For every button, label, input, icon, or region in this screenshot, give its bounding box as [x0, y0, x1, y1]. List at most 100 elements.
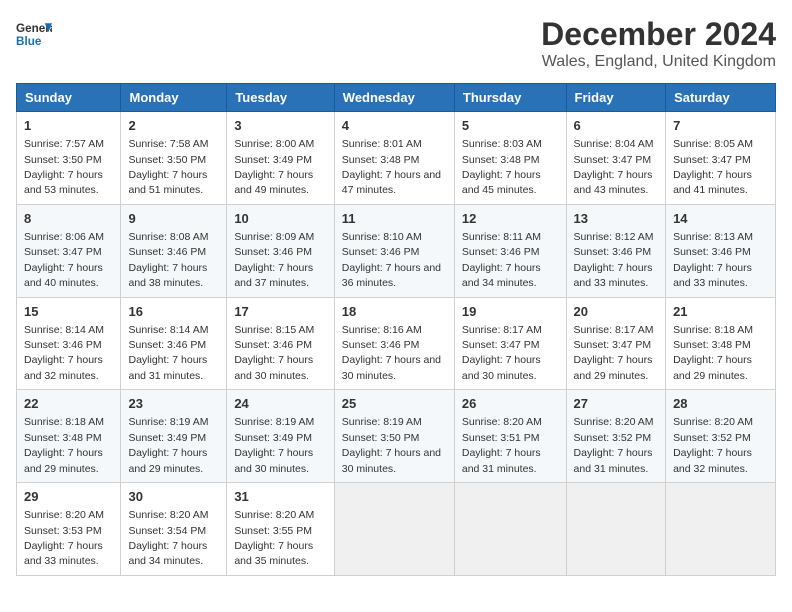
day-number: 13: [574, 210, 659, 228]
calendar-cell: 21 Sunrise: 8:18 AMSunset: 3:48 PMDaylig…: [666, 297, 776, 390]
calendar-cell: [334, 483, 454, 576]
calendar-cell: 31 Sunrise: 8:20 AMSunset: 3:55 PMDaylig…: [227, 483, 334, 576]
calendar-cell: 4 Sunrise: 8:01 AMSunset: 3:48 PMDayligh…: [334, 112, 454, 205]
day-number: 31: [234, 488, 326, 506]
calendar-cell: 28 Sunrise: 8:20 AMSunset: 3:52 PMDaylig…: [666, 390, 776, 483]
calendar-cell: 1 Sunrise: 7:57 AMSunset: 3:50 PMDayligh…: [17, 112, 121, 205]
cell-content: Sunrise: 8:20 AMSunset: 3:55 PMDaylight:…: [234, 509, 314, 567]
page-header: General Blue December 2024 Wales, Englan…: [16, 16, 776, 71]
cell-content: Sunrise: 8:00 AMSunset: 3:49 PMDaylight:…: [234, 138, 314, 196]
calendar-cell: 20 Sunrise: 8:17 AMSunset: 3:47 PMDaylig…: [566, 297, 666, 390]
day-number: 25: [342, 395, 447, 413]
calendar-cell: 11 Sunrise: 8:10 AMSunset: 3:46 PMDaylig…: [334, 204, 454, 297]
calendar-cell: 17 Sunrise: 8:15 AMSunset: 3:46 PMDaylig…: [227, 297, 334, 390]
day-number: 14: [673, 210, 768, 228]
cell-content: Sunrise: 8:17 AMSunset: 3:47 PMDaylight:…: [462, 324, 542, 382]
calendar-cell: 15 Sunrise: 8:14 AMSunset: 3:46 PMDaylig…: [17, 297, 121, 390]
day-number: 24: [234, 395, 326, 413]
header-monday: Monday: [121, 84, 227, 112]
day-number: 22: [24, 395, 113, 413]
header-sunday: Sunday: [17, 84, 121, 112]
logo: General Blue: [16, 16, 52, 52]
cell-content: Sunrise: 8:11 AMSunset: 3:46 PMDaylight:…: [462, 231, 541, 289]
calendar-cell: 26 Sunrise: 8:20 AMSunset: 3:51 PMDaylig…: [454, 390, 566, 483]
day-number: 18: [342, 303, 447, 321]
calendar-cell: 25 Sunrise: 8:19 AMSunset: 3:50 PMDaylig…: [334, 390, 454, 483]
header-thursday: Thursday: [454, 84, 566, 112]
calendar-cell: 23 Sunrise: 8:19 AMSunset: 3:49 PMDaylig…: [121, 390, 227, 483]
cell-content: Sunrise: 8:09 AMSunset: 3:46 PMDaylight:…: [234, 231, 314, 289]
day-number: 17: [234, 303, 326, 321]
day-number: 27: [574, 395, 659, 413]
calendar-cell: 22 Sunrise: 8:18 AMSunset: 3:48 PMDaylig…: [17, 390, 121, 483]
cell-content: Sunrise: 8:16 AMSunset: 3:46 PMDaylight:…: [342, 324, 441, 382]
day-number: 4: [342, 117, 447, 135]
day-number: 10: [234, 210, 326, 228]
day-number: 29: [24, 488, 113, 506]
cell-content: Sunrise: 8:20 AMSunset: 3:54 PMDaylight:…: [128, 509, 208, 567]
calendar-cell: 13 Sunrise: 8:12 AMSunset: 3:46 PMDaylig…: [566, 204, 666, 297]
week-row-4: 22 Sunrise: 8:18 AMSunset: 3:48 PMDaylig…: [17, 390, 776, 483]
day-number: 26: [462, 395, 559, 413]
calendar-cell: [566, 483, 666, 576]
day-number: 1: [24, 117, 113, 135]
calendar-cell: 19 Sunrise: 8:17 AMSunset: 3:47 PMDaylig…: [454, 297, 566, 390]
title-block: December 2024 Wales, England, United Kin…: [541, 16, 776, 71]
calendar-cell: [666, 483, 776, 576]
week-row-5: 29 Sunrise: 8:20 AMSunset: 3:53 PMDaylig…: [17, 483, 776, 576]
day-number: 28: [673, 395, 768, 413]
cell-content: Sunrise: 8:10 AMSunset: 3:46 PMDaylight:…: [342, 231, 441, 289]
cell-content: Sunrise: 8:12 AMSunset: 3:46 PMDaylight:…: [574, 231, 654, 289]
cell-content: Sunrise: 8:20 AMSunset: 3:52 PMDaylight:…: [673, 416, 753, 474]
cell-content: Sunrise: 8:14 AMSunset: 3:46 PMDaylight:…: [128, 324, 208, 382]
calendar-table: SundayMondayTuesdayWednesdayThursdayFrid…: [16, 83, 776, 576]
cell-content: Sunrise: 8:17 AMSunset: 3:47 PMDaylight:…: [574, 324, 654, 382]
main-title: December 2024: [541, 16, 776, 53]
calendar-cell: 5 Sunrise: 8:03 AMSunset: 3:48 PMDayligh…: [454, 112, 566, 205]
day-number: 30: [128, 488, 219, 506]
cell-content: Sunrise: 8:15 AMSunset: 3:46 PMDaylight:…: [234, 324, 314, 382]
day-number: 16: [128, 303, 219, 321]
header-friday: Friday: [566, 84, 666, 112]
cell-content: Sunrise: 7:57 AMSunset: 3:50 PMDaylight:…: [24, 138, 104, 196]
day-number: 23: [128, 395, 219, 413]
day-number: 9: [128, 210, 219, 228]
calendar-cell: 30 Sunrise: 8:20 AMSunset: 3:54 PMDaylig…: [121, 483, 227, 576]
days-header-row: SundayMondayTuesdayWednesdayThursdayFrid…: [17, 84, 776, 112]
cell-content: Sunrise: 8:14 AMSunset: 3:46 PMDaylight:…: [24, 324, 104, 382]
day-number: 12: [462, 210, 559, 228]
calendar-cell: 24 Sunrise: 8:19 AMSunset: 3:49 PMDaylig…: [227, 390, 334, 483]
day-number: 20: [574, 303, 659, 321]
day-number: 6: [574, 117, 659, 135]
day-number: 2: [128, 117, 219, 135]
cell-content: Sunrise: 8:06 AMSunset: 3:47 PMDaylight:…: [24, 231, 104, 289]
calendar-cell: 9 Sunrise: 8:08 AMSunset: 3:46 PMDayligh…: [121, 204, 227, 297]
svg-text:Blue: Blue: [16, 35, 42, 48]
header-tuesday: Tuesday: [227, 84, 334, 112]
subtitle: Wales, England, United Kingdom: [541, 53, 776, 71]
day-number: 19: [462, 303, 559, 321]
cell-content: Sunrise: 8:20 AMSunset: 3:51 PMDaylight:…: [462, 416, 542, 474]
week-row-1: 1 Sunrise: 7:57 AMSunset: 3:50 PMDayligh…: [17, 112, 776, 205]
calendar-cell: 2 Sunrise: 7:58 AMSunset: 3:50 PMDayligh…: [121, 112, 227, 205]
cell-content: Sunrise: 8:18 AMSunset: 3:48 PMDaylight:…: [673, 324, 753, 382]
week-row-3: 15 Sunrise: 8:14 AMSunset: 3:46 PMDaylig…: [17, 297, 776, 390]
calendar-cell: [454, 483, 566, 576]
calendar-cell: 6 Sunrise: 8:04 AMSunset: 3:47 PMDayligh…: [566, 112, 666, 205]
cell-content: Sunrise: 8:18 AMSunset: 3:48 PMDaylight:…: [24, 416, 104, 474]
day-number: 21: [673, 303, 768, 321]
day-number: 5: [462, 117, 559, 135]
day-number: 8: [24, 210, 113, 228]
calendar-cell: 7 Sunrise: 8:05 AMSunset: 3:47 PMDayligh…: [666, 112, 776, 205]
header-saturday: Saturday: [666, 84, 776, 112]
calendar-cell: 16 Sunrise: 8:14 AMSunset: 3:46 PMDaylig…: [121, 297, 227, 390]
calendar-cell: 10 Sunrise: 8:09 AMSunset: 3:46 PMDaylig…: [227, 204, 334, 297]
calendar-cell: 27 Sunrise: 8:20 AMSunset: 3:52 PMDaylig…: [566, 390, 666, 483]
cell-content: Sunrise: 8:20 AMSunset: 3:52 PMDaylight:…: [574, 416, 654, 474]
calendar-cell: 29 Sunrise: 8:20 AMSunset: 3:53 PMDaylig…: [17, 483, 121, 576]
day-number: 15: [24, 303, 113, 321]
cell-content: Sunrise: 7:58 AMSunset: 3:50 PMDaylight:…: [128, 138, 208, 196]
calendar-cell: 3 Sunrise: 8:00 AMSunset: 3:49 PMDayligh…: [227, 112, 334, 205]
header-wednesday: Wednesday: [334, 84, 454, 112]
cell-content: Sunrise: 8:19 AMSunset: 3:49 PMDaylight:…: [128, 416, 208, 474]
